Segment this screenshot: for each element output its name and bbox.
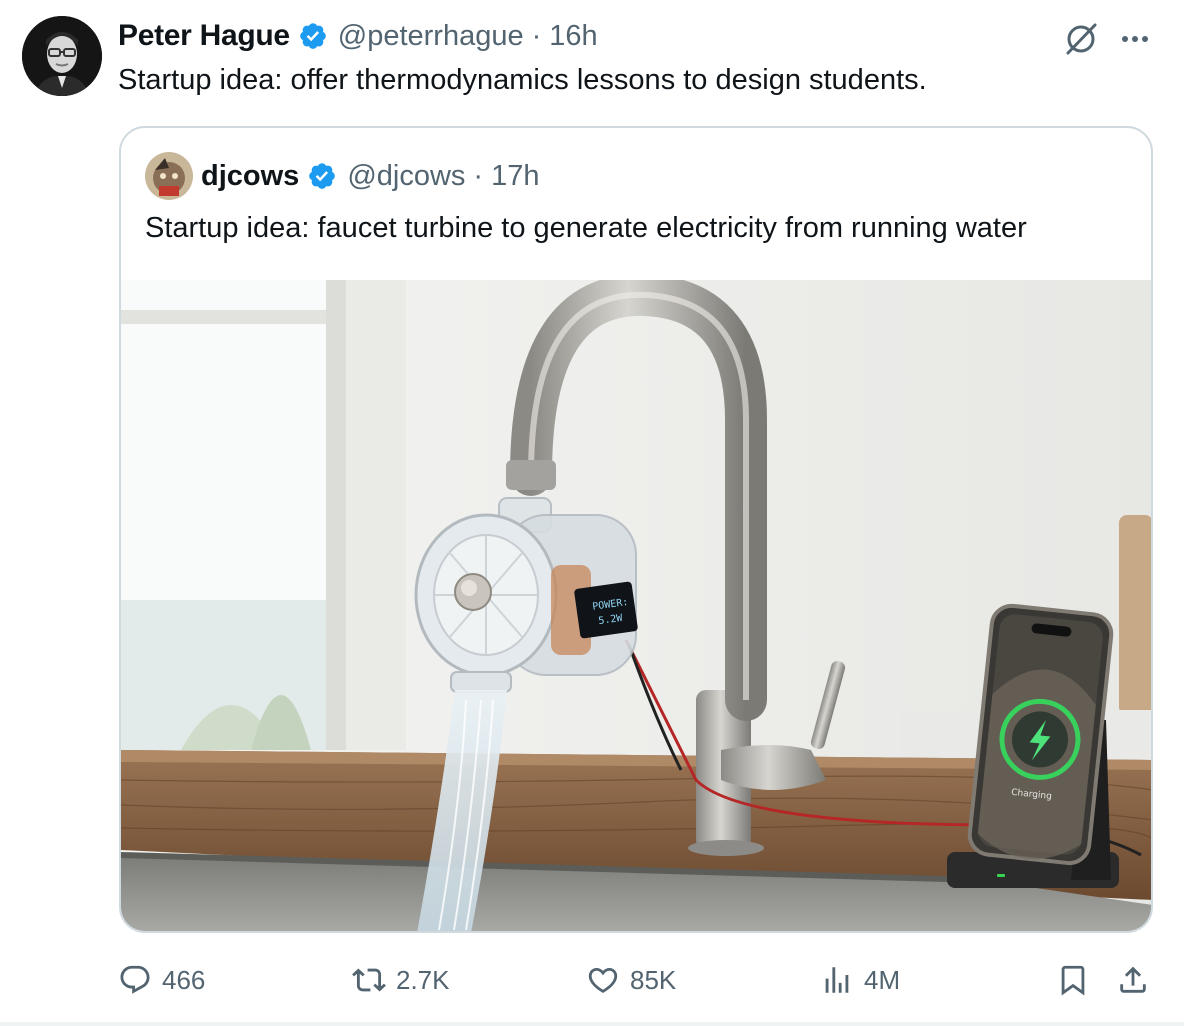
like-count: 85K — [630, 964, 677, 995]
tweet-timestamp[interactable]: 16h — [549, 20, 597, 53]
views-count: 4M — [864, 964, 901, 995]
views-button[interactable]: 4M — [820, 954, 900, 1006]
quoted-tweet-header: djcows @djcows · 17h — [201, 156, 539, 196]
heart-icon — [588, 967, 618, 993]
separator-dot: · — [473, 159, 484, 192]
repost-count: 2.7K — [396, 964, 450, 995]
views-icon — [825, 967, 849, 993]
quoted-tweet-text: Startup idea: faucet turbine to generate… — [145, 212, 1027, 244]
quoted-tweet[interactable]: djcows @djcows · 17h Startup idea: fauce… — [119, 126, 1153, 933]
reply-button[interactable]: 466 — [118, 954, 205, 1006]
tweet[interactable]: Peter Hague @peterrhague · 16h Startup i… — [0, 0, 1184, 1026]
separator-dot: · — [531, 19, 542, 52]
grok-icon[interactable] — [1062, 20, 1100, 58]
author-avatar[interactable] — [22, 16, 102, 96]
divider — [0, 1022, 1184, 1026]
like-button[interactable]: 85K — [586, 954, 676, 1006]
verified-badge-icon — [299, 23, 326, 49]
quoted-author-avatar[interactable] — [145, 152, 193, 200]
bookmark-icon — [1061, 965, 1085, 996]
author-handle[interactable]: @peterrhague — [338, 20, 524, 53]
quoted-author-handle[interactable]: @djcows — [347, 160, 465, 193]
action-bar: 466 2.7K 85K 4M — [0, 954, 1184, 1006]
quoted-tweet-timestamp[interactable]: 17h — [491, 160, 539, 193]
verified-badge-icon — [309, 163, 336, 189]
tweet-text: Startup idea: offer thermodynamics lesso… — [118, 64, 927, 96]
tweet-header: Peter Hague @peterrhague · 16h — [118, 16, 598, 56]
repost-button[interactable]: 2.7K — [352, 954, 450, 1006]
more-icon[interactable] — [1118, 24, 1152, 54]
quoted-author-name[interactable]: djcows — [201, 160, 299, 193]
repost-icon — [352, 968, 386, 992]
share-button[interactable] — [1116, 954, 1150, 1006]
share-icon — [1120, 966, 1146, 993]
bookmark-button[interactable] — [1056, 954, 1090, 1006]
reply-count: 466 — [162, 964, 206, 995]
quoted-tweet-image[interactable]: POWER: 5.2W Charging — [121, 280, 1151, 931]
author-name[interactable]: Peter Hague — [118, 19, 290, 53]
reply-icon — [120, 965, 150, 994]
